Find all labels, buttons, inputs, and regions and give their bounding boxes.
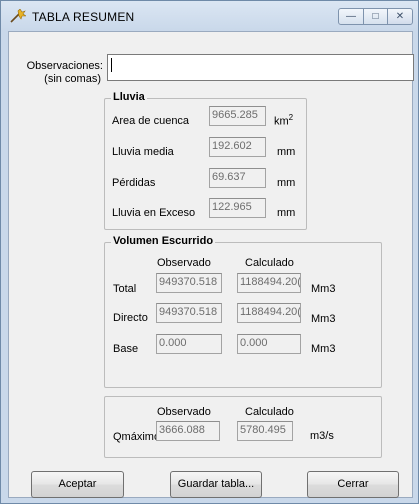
volumen-row-label: Base	[113, 343, 139, 355]
observado-header: Observado	[157, 257, 211, 269]
close-button[interactable]: ✕	[387, 8, 413, 25]
total-calculado-field[interactable]: 1188494.20(	[237, 273, 301, 293]
window-title: TABLA RESUMEN	[32, 10, 135, 24]
dialog-client: Observaciones: (sin comas) Lluvia Area d…	[8, 31, 414, 498]
volumen-row-label: Directo	[113, 312, 148, 324]
volumen-group: Volumen Escurrido Observado Calculado To…	[104, 235, 382, 388]
lluvia-row-label: Area de cuenca	[112, 115, 190, 127]
lluvia-unit: mm	[277, 207, 296, 219]
volumen-unit: Mm3	[311, 343, 336, 355]
qmax-calculado-field[interactable]: 5780.495	[237, 421, 293, 441]
qmax-unit: m3/s	[310, 430, 334, 442]
lluvia-unit: mm	[277, 146, 296, 158]
qmax-observado-header: Observado	[157, 406, 211, 418]
qmax-group: Observado Calculado Qmáximo 3666.088 578…	[104, 396, 382, 458]
close-icon: ✕	[395, 11, 405, 22]
base-observado-field[interactable]: 0.000	[156, 334, 222, 354]
cerrar-button[interactable]: Cerrar	[307, 471, 399, 498]
lluvia-row-label: Lluvia media	[112, 146, 174, 158]
qmax-calculado-header: Calculado	[245, 406, 294, 418]
volumen-unit: Mm3	[311, 283, 336, 295]
directo-observado-field[interactable]: 949370.518	[156, 303, 222, 323]
app-icon	[10, 9, 26, 23]
guardar-tabla-button[interactable]: Guardar tabla...	[170, 471, 262, 498]
qmax-observado-field[interactable]: 3666.088	[156, 421, 220, 441]
maximize-icon: □	[372, 11, 379, 22]
lluvia-unit: km2	[274, 113, 294, 128]
aceptar-button[interactable]: Aceptar	[31, 471, 124, 498]
lluvia-exceso-field[interactable]: 122.965	[209, 198, 266, 218]
minimize-button[interactable]: —	[338, 8, 364, 25]
total-observado-field[interactable]: 949370.518	[156, 273, 222, 293]
lluvia-row-label: Lluvia en Exceso	[112, 207, 196, 219]
lluvia-row-label: Pérdidas	[112, 177, 156, 189]
volumen-unit: Mm3	[311, 313, 336, 325]
qmax-label: Qmáximo	[113, 431, 161, 443]
calculado-header: Calculado	[245, 257, 294, 269]
lluvia-media-field[interactable]: 192.602	[209, 137, 266, 157]
observaciones-input[interactable]	[107, 54, 414, 81]
area-cuenca-field[interactable]: 9665.285	[209, 106, 266, 126]
dialog-window: TABLA RESUMEN — □ ✕ Observaciones: (sin …	[0, 0, 419, 504]
maximize-button[interactable]: □	[363, 8, 388, 25]
lluvia-group: Lluvia Area de cuenca 9665.285 km2 Lluvi…	[104, 91, 307, 230]
volumen-group-title: Volumen Escurrido	[111, 235, 216, 247]
minimize-icon: —	[346, 11, 356, 22]
lluvia-group-title: Lluvia	[111, 91, 147, 103]
base-calculado-field[interactable]: 0.000	[237, 334, 301, 354]
directo-calculado-field[interactable]: 1188494.20(	[237, 303, 301, 323]
lluvia-unit: mm	[277, 177, 296, 189]
title-bar[interactable]: TABLA RESUMEN — □ ✕	[1, 1, 418, 31]
volumen-row-label: Total	[113, 283, 137, 295]
perdidas-field[interactable]: 69.637	[209, 168, 266, 188]
observaciones-hint: (sin comas)	[44, 73, 101, 85]
observaciones-label: Observaciones:	[26, 60, 103, 72]
